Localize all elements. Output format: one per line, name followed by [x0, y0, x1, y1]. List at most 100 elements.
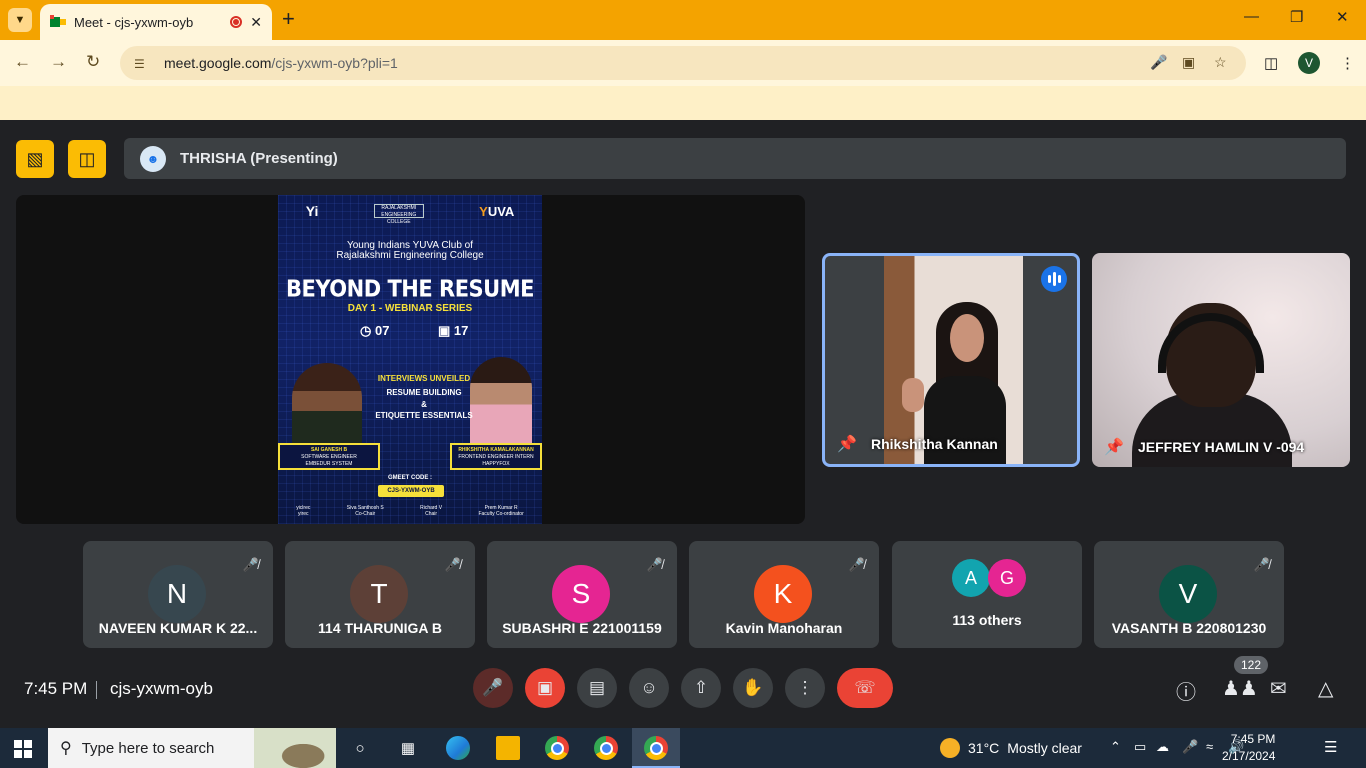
search-highlight-image [254, 728, 336, 768]
side-panel-icon[interactable]: ◫ [1264, 54, 1278, 72]
activities-icon[interactable]: △ [1318, 676, 1333, 701]
video-tile-jeffrey[interactable]: 📌 JEFFREY HAMLIN V -094 [1092, 253, 1350, 467]
layout-button[interactable]: ◫ [68, 140, 106, 178]
tab-search-button[interactable]: ▼ [8, 8, 32, 32]
speaking-indicator-icon [1041, 266, 1067, 292]
poster-date: ▣ 17 [438, 323, 469, 338]
mic-muted-icon: 🎤̸ [848, 557, 865, 572]
pin-icon[interactable]: 📌 [837, 434, 857, 454]
poster-sub3: ETIQUETTE ESSENTIALS [375, 411, 473, 420]
participant-avatar: K [754, 565, 812, 623]
pin-icon[interactable]: 📌 [1104, 437, 1124, 457]
chrome-profile-icon[interactable] [644, 736, 668, 760]
presentation-stage: Yi RAJALAKSHMI ENGINEERING COLLEGE YUVA … [16, 195, 805, 524]
control-bar: 7:45 PM cjs-yxwm-oyb 🎤 ▣ ▤ ☺ ⇧ ✋ ⋮ ☏ ⓘ 1… [0, 650, 1366, 728]
restore-window-icon[interactable]: ❐ [1290, 8, 1303, 26]
participant-tile[interactable]: T 🎤̸ 114 THARUNIGA B [285, 541, 475, 648]
meeting-time: 7:45 PM [24, 679, 88, 698]
weather-moon-icon [940, 738, 960, 758]
speaker-right-namebox: RHIKSHITHA KAMALAKANNAN FRONTEND ENGINEE… [450, 443, 542, 470]
video-tile-rhikshitha[interactable]: 📌 Rhikshitha Kannan [822, 253, 1080, 467]
chrome-icon[interactable] [594, 736, 618, 760]
participant-tile[interactable]: K 🎤̸ Kavin Manoharan [689, 541, 879, 648]
participant-name: VASANTH B 220801230 [1111, 620, 1267, 636]
profile-avatar[interactable]: V [1298, 52, 1320, 74]
meet-favicon-icon [50, 15, 66, 29]
close-tab-icon[interactable]: ✕ [250, 14, 262, 31]
camera-off-icon[interactable]: ▣ [1182, 54, 1195, 71]
file-explorer-icon[interactable] [496, 736, 520, 760]
meeting-details-icon[interactable]: ⓘ [1176, 676, 1196, 705]
participant-tile[interactable]: N 🎤̸ NAVEEN KUMAR K 22... [83, 541, 273, 648]
onedrive-icon[interactable]: ☁ [1156, 739, 1169, 755]
browser-chrome: ▼ Meet - cjs-yxwm-oyb ✕ + — ❐ ✕ ← → ↻ ☰ … [0, 0, 1366, 120]
participant-name: Kavin Manoharan [725, 620, 843, 636]
participant-tile[interactable]: V 🎤̸ VASANTH B 220801230 [1094, 541, 1284, 648]
forward-arrow-icon[interactable]: → [50, 52, 67, 72]
cortana-icon[interactable]: ○ [348, 736, 372, 760]
chevron-up-icon[interactable]: ⌃ [1110, 739, 1121, 755]
participant-avatar: V [1159, 565, 1217, 623]
speaker-left-namebox: SAI GANESH B SOFTWARE ENGINEER EMBEDUR S… [278, 443, 380, 470]
poster-sub2: & [421, 400, 427, 409]
info-bar [0, 86, 1366, 120]
notification-icon[interactable]: ☰ [1324, 738, 1337, 756]
leave-call-button[interactable]: ☏ [837, 668, 893, 708]
start-button[interactable] [14, 740, 32, 758]
bookmark-star-icon[interactable]: ☆ [1214, 54, 1227, 71]
mic-muted-icon: 🎤̸ [646, 557, 663, 572]
browser-tab-meet[interactable]: Meet - cjs-yxwm-oyb ✕ [40, 4, 272, 40]
back-arrow-icon[interactable]: ← [14, 52, 31, 72]
others-label: 113 others [952, 612, 1022, 628]
site-info-icon[interactable]: ☰ [134, 57, 148, 71]
weather-widget[interactable]: 31°C Mostly clear [940, 738, 1082, 758]
mic-muted-icon: 🎤̸ [444, 557, 461, 572]
participant-avatar: G [988, 559, 1026, 597]
address-bar[interactable]: ☰ meet.google.com/cjs-yxwm-oyb?pli=1 🎤 ▣… [120, 46, 1246, 80]
poster-club: Young Indians YUVA Club of Rajalakshmi E… [336, 240, 484, 261]
participant-name: 114 THARUNIGA B [318, 620, 442, 636]
participant-avatar: A [952, 559, 990, 597]
mic-toggle-button[interactable]: 🎤 [473, 668, 513, 708]
chrome-icon[interactable] [545, 736, 569, 760]
participant-avatar: N [148, 565, 206, 623]
poster-day: DAY 1 - WEBINAR SERIES [347, 303, 473, 314]
captions-button[interactable]: ▤ [577, 668, 617, 708]
browser-menu-icon[interactable]: ⋮ [1340, 54, 1355, 72]
task-view-icon[interactable]: ▦ [396, 736, 420, 760]
poster-sub1: RESUME BUILDING [386, 388, 462, 397]
taskbar-search-placeholder: Type here to search [81, 739, 215, 757]
raise-hand-button[interactable]: ✋ [733, 668, 773, 708]
presenter-label: THRISHA (Presenting) [180, 150, 338, 167]
wifi-icon[interactable]: ≈ [1206, 739, 1213, 754]
present-screen-button[interactable]: ⇧ [681, 668, 721, 708]
yi-logo: Yi [305, 203, 319, 219]
participant-avatar: S [552, 565, 610, 623]
microphone-tray-icon[interactable]: 🎤 [1182, 739, 1198, 755]
edge-icon[interactable] [446, 736, 470, 760]
taskbar-search[interactable]: ⚲ Type here to search [48, 728, 336, 768]
chat-icon[interactable]: ✉ [1270, 676, 1287, 701]
speaker-left-photo [292, 363, 362, 443]
more-options-button[interactable]: ⋮ [785, 668, 825, 708]
browser-toolbar: ← → ↻ ☰ meet.google.com/cjs-yxwm-oyb?pli… [0, 40, 1366, 86]
mic-muted-icon: 🎤̸ [1253, 557, 1270, 572]
others-tile[interactable]: A G 113 others [892, 541, 1082, 648]
battery-icon[interactable]: ▭ [1134, 739, 1146, 755]
participant-video [884, 256, 1023, 464]
tab-title: Meet - cjs-yxwm-oyb [74, 14, 194, 30]
close-window-icon[interactable]: ✕ [1336, 8, 1349, 26]
url-text: meet.google.com/cjs-yxwm-oyb?pli=1 [164, 55, 398, 71]
people-icon[interactable]: ♟♟ [1222, 676, 1258, 701]
hide-presentation-button[interactable]: ▧ [16, 140, 54, 178]
minimize-window-icon[interactable]: — [1244, 8, 1259, 25]
system-clock[interactable]: 7:45 PM 2/17/2024 [1222, 731, 1275, 765]
emoji-button[interactable]: ☺ [629, 668, 669, 708]
search-icon: ⚲ [60, 740, 72, 757]
reload-icon[interactable]: ↻ [86, 52, 100, 72]
new-tab-button[interactable]: + [282, 6, 295, 32]
participant-tile[interactable]: S 🎤̸ SUBASHRI E 221001159 [487, 541, 677, 648]
participant-video [1092, 253, 1350, 467]
camera-toggle-button[interactable]: ▣ [525, 668, 565, 708]
microphone-icon[interactable]: 🎤 [1150, 54, 1167, 71]
